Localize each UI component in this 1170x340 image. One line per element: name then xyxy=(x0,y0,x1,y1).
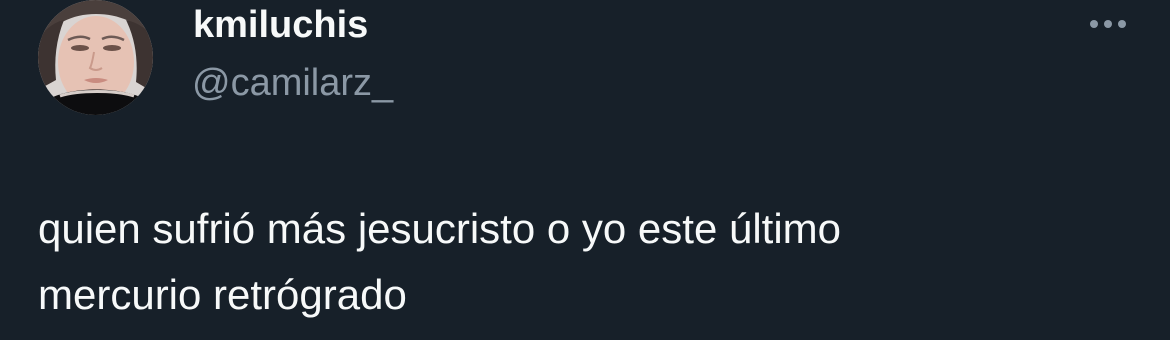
avatar-photo xyxy=(38,0,153,115)
more-horizontal-icon-dot xyxy=(1118,20,1126,28)
tweet-card: kmiluchis @camilarz_ quien sufrió más je… xyxy=(0,0,1170,340)
user-handle[interactable]: @camilarz_ xyxy=(192,60,393,106)
more-options-button[interactable] xyxy=(1080,10,1136,38)
tweet-text-line: mercurio retrógrado xyxy=(38,271,407,318)
more-horizontal-icon-dot xyxy=(1104,20,1112,28)
more-horizontal-icon xyxy=(1090,20,1098,28)
avatar[interactable] xyxy=(38,0,153,115)
tweet-text: quien sufrió más jesucristo o yo este úl… xyxy=(38,196,1118,328)
display-name[interactable]: kmiluchis xyxy=(193,2,368,48)
tweet-text-line: quien sufrió más jesucristo o yo este úl… xyxy=(38,205,842,252)
